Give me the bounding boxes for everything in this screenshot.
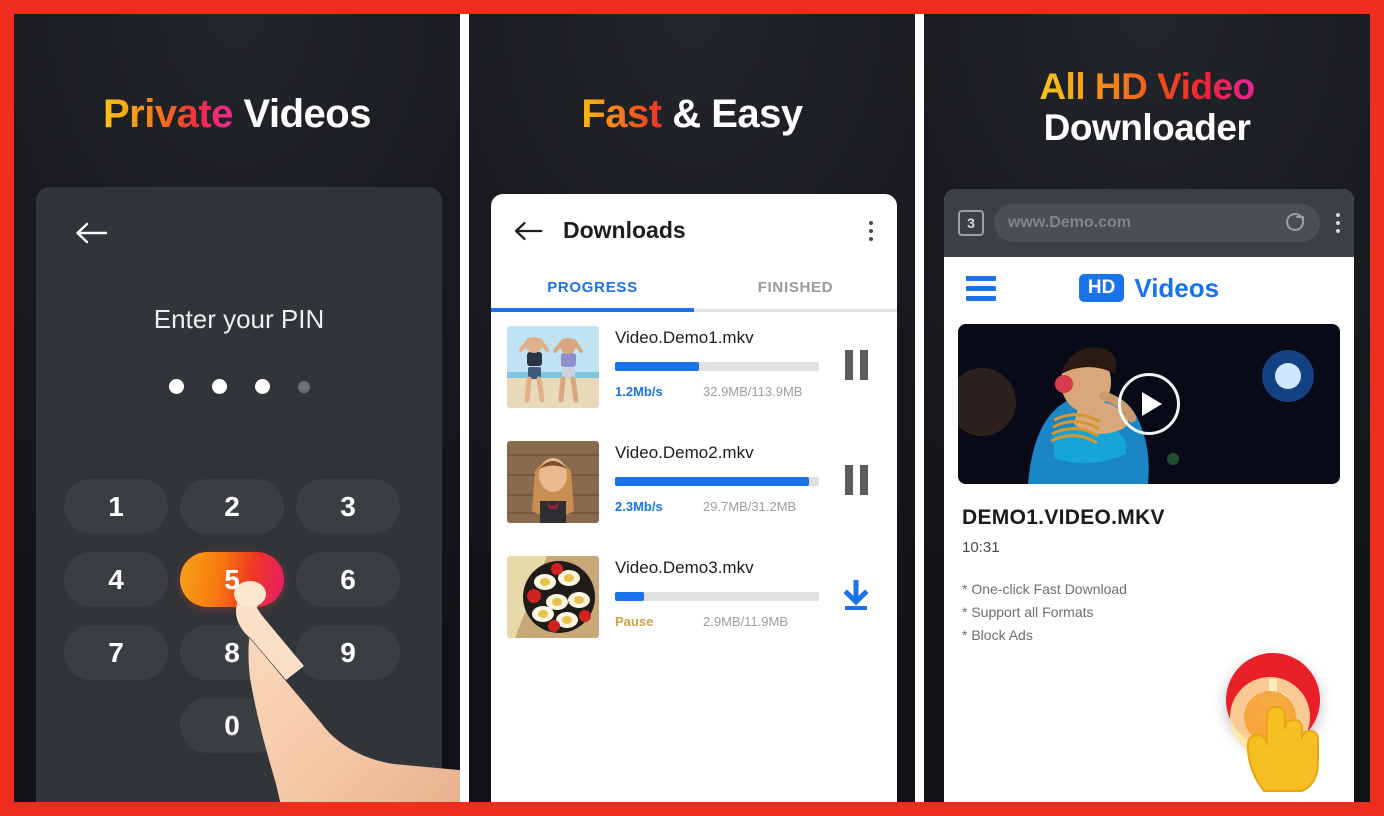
progress-fill	[615, 362, 699, 371]
downloads-appbar: Downloads	[491, 194, 897, 267]
table-row[interactable]: Video.Demo2.mkv 2.3Mb/s 29.7MB/31.2MB	[491, 427, 897, 542]
download-info: Video.Demo1.mkv 1.2Mb/s 32.9MB/113.9MB	[599, 326, 829, 399]
download-info: Video.Demo2.mkv 2.3Mb/s 29.7MB/31.2MB	[599, 441, 829, 514]
keypad-key-1[interactable]: 1	[64, 479, 168, 534]
headline-highlight: Fast	[581, 92, 662, 136]
kebab-menu-icon[interactable]	[1330, 207, 1346, 239]
kebab-menu-icon[interactable]	[863, 215, 879, 247]
download-size: 29.7MB/31.2MB	[703, 499, 797, 514]
headline-highlight: All HD Video	[1039, 66, 1255, 107]
pin-title: Enter your PIN	[153, 304, 325, 334]
headline-plain: & Easy	[672, 92, 803, 136]
play-circle-icon[interactable]	[1118, 373, 1180, 435]
pin-dots	[36, 379, 442, 394]
tap-hand-icon	[1230, 677, 1319, 792]
download-arrow-icon[interactable]	[829, 556, 883, 612]
site-header: HD Videos	[944, 257, 1354, 319]
keypad-key-4[interactable]: 4	[64, 552, 168, 607]
panel-fast-easy: Fast & Easy Downloads PROGRESS FINISHED	[469, 14, 915, 802]
progress-fill	[615, 592, 644, 601]
address-bar[interactable]: www.Demo.com	[994, 204, 1320, 242]
table-row[interactable]: Video.Demo1.mkv 1.2Mb/s 32.9MB/113.9MB	[491, 312, 897, 427]
download-meta: 2.3Mb/s 29.7MB/31.2MB	[615, 499, 819, 514]
site-logo: HD Videos	[996, 273, 1302, 304]
keypad-key-7[interactable]: 7	[64, 625, 168, 680]
table-row[interactable]: Video.Demo3.mkv Pause 2.9MB/11.9MB	[491, 542, 897, 657]
browser-toolbar: 3 www.Demo.com	[944, 189, 1354, 257]
progress-track	[615, 362, 819, 371]
portrait-woman-thumbnail	[507, 441, 599, 523]
panel-private-videos: Private Videos Enter your PIN 1 2 3 4 5 …	[14, 14, 460, 802]
downloads-screen: Downloads PROGRESS FINISHED Video.Demo1.…	[491, 194, 897, 802]
pin-dot-filled	[168, 379, 184, 394]
food-skillet-thumbnail	[507, 556, 599, 638]
progress-track	[615, 592, 819, 601]
tab-finished[interactable]: FINISHED	[694, 267, 897, 312]
keypad-key-5[interactable]: 5	[180, 552, 284, 607]
video-duration: 10:31	[962, 539, 1000, 556]
promo-board: Private Videos Enter your PIN 1 2 3 4 5 …	[14, 14, 1370, 802]
download-speed: 1.2Mb/s	[615, 384, 663, 399]
download-meta: Pause 2.9MB/11.9MB	[615, 614, 819, 629]
list-item: * Support all Formats	[962, 604, 1094, 621]
download-filename: Video.Demo1.mkv	[615, 328, 754, 347]
pin-dot-filled	[254, 379, 270, 394]
headline-hd-downloader: All HD Video Downloader	[924, 66, 1370, 149]
headline-private-videos: Private Videos	[14, 92, 460, 137]
feature-list: * One-click Fast Download * Support all …	[962, 578, 1354, 647]
keypad-key-9[interactable]: 9	[296, 625, 400, 680]
reload-icon[interactable]	[1284, 212, 1306, 234]
download-filename: Video.Demo3.mkv	[615, 558, 754, 577]
download-status: Pause	[615, 614, 654, 629]
panel-hd-downloader: All HD Video Downloader 3 www.Demo.com H…	[924, 14, 1370, 802]
logo-word: Videos	[1134, 272, 1220, 303]
download-filename: Video.Demo2.mkv	[615, 443, 754, 462]
page-title: Downloads	[563, 217, 686, 243]
download-size: 32.9MB/113.9MB	[703, 384, 803, 399]
list-item: * One-click Fast Download	[962, 581, 1127, 597]
keypad-key-3[interactable]: 3	[296, 479, 400, 534]
address-bar-url: www.Demo.com	[1008, 214, 1131, 231]
tab-indicator	[491, 308, 694, 312]
logo-badge: HD	[1078, 274, 1125, 302]
pin-keypad: 1 2 3 4 5 6 7 8 9 0	[64, 479, 414, 753]
headline-highlight: Private	[103, 92, 233, 136]
pause-icon[interactable]	[829, 441, 883, 495]
back-arrow-icon[interactable]	[74, 221, 108, 245]
keypad-key-6[interactable]: 6	[296, 552, 400, 607]
keypad-key-8[interactable]: 8	[180, 625, 284, 680]
tab-progress[interactable]: PROGRESS	[491, 267, 694, 312]
downloads-tabs: PROGRESS FINISHED	[491, 267, 897, 312]
back-arrow-icon[interactable]	[513, 220, 543, 242]
pin-dot-filled	[211, 379, 227, 394]
beach-friends-thumbnail	[507, 326, 599, 408]
download-size: 2.9MB/11.9MB	[703, 614, 789, 629]
download-meta: 1.2Mb/s 32.9MB/113.9MB	[615, 384, 819, 399]
pause-icon[interactable]	[829, 326, 883, 380]
headline-fast-easy: Fast & Easy	[469, 92, 915, 137]
headline-plain: Videos	[243, 92, 372, 136]
browser-screen: 3 www.Demo.com HD Videos DEMO1.VIDEO.MKV…	[944, 189, 1354, 802]
progress-fill	[615, 477, 809, 486]
download-info: Video.Demo3.mkv Pause 2.9MB/11.9MB	[599, 556, 829, 629]
progress-track	[615, 477, 819, 486]
video-title: DEMO1.VIDEO.MKV	[962, 506, 1165, 529]
indian-dancer-thumbnail[interactable]	[958, 324, 1340, 484]
keypad-key-0[interactable]: 0	[180, 698, 284, 753]
headline-plain: Downloader	[1043, 107, 1251, 149]
keypad-key-2[interactable]: 2	[180, 479, 284, 534]
list-item: * Block Ads	[962, 627, 1033, 644]
hamburger-icon[interactable]	[966, 275, 996, 301]
tab-count-badge[interactable]: 3	[958, 210, 984, 236]
download-speed: 2.3Mb/s	[615, 499, 663, 514]
pin-screen: Enter your PIN 1 2 3 4 5 6 7 8 9 0	[36, 187, 442, 802]
pin-dot-empty	[297, 380, 310, 393]
